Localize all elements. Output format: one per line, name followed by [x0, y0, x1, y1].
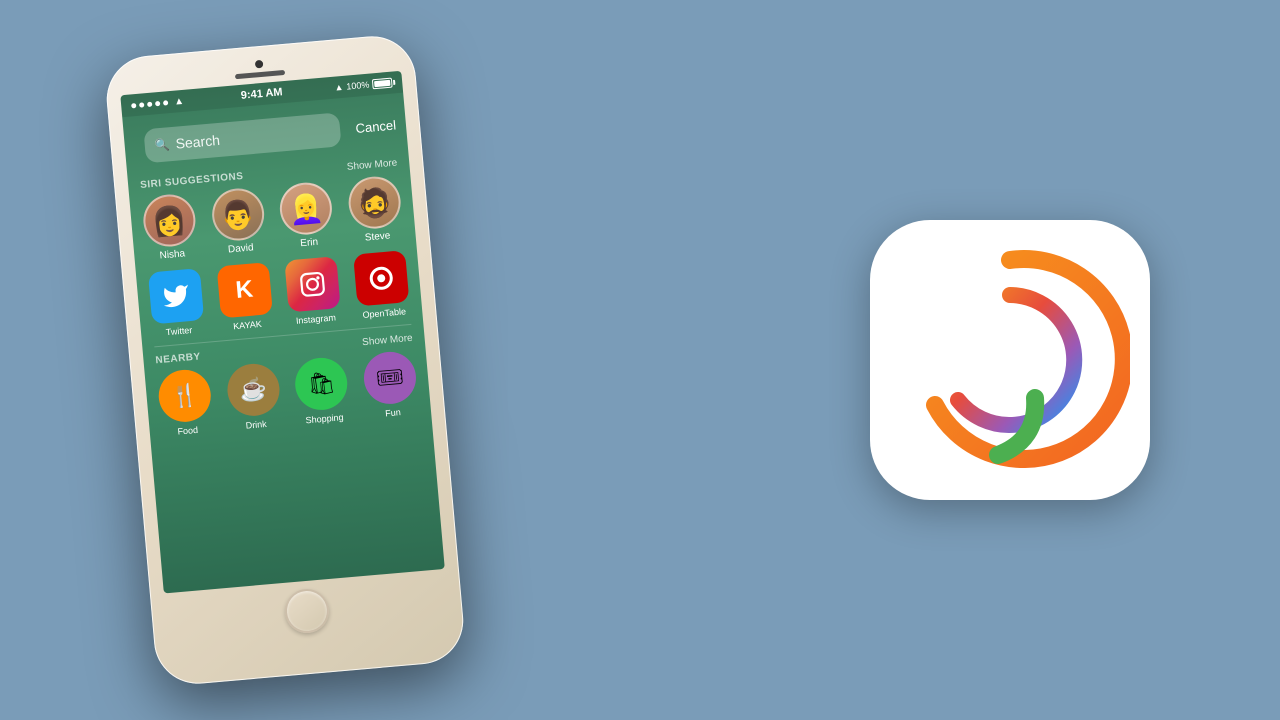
siri-suggestions-section: SIRI SUGGESTIONS Show More 👩 Nisha 👨 Dav…	[128, 156, 432, 439]
nearby-show-more[interactable]: Show More	[362, 333, 413, 348]
signal-dot-5	[163, 100, 168, 105]
contact-steve[interactable]: 🧔 Steve	[346, 174, 404, 244]
app-name-kayak: KAYAK	[233, 319, 262, 331]
contact-name-david: David	[228, 242, 254, 255]
contact-david[interactable]: 👨 David	[210, 186, 268, 256]
search-bar[interactable]: 🔍 Search	[143, 112, 341, 163]
ios9-logo	[870, 220, 1150, 500]
phone-frame: ▲ 9:41 AM ▲ 100% 🔍 Search 🎤 Cancel	[103, 33, 467, 688]
nearby-drink[interactable]: ☕ Drink	[225, 362, 283, 432]
siri-show-more[interactable]: Show More	[346, 157, 397, 172]
contacts-row: 👩 Nisha 👨 David 👱‍♀️ Erin	[141, 174, 404, 262]
app-opentable[interactable]: OpenTable	[353, 250, 411, 320]
signal-indicators: ▲	[131, 95, 185, 111]
search-placeholder-text: Search	[175, 132, 221, 152]
wifi-icon: ▲	[174, 95, 185, 107]
mic-icon: 🎤	[413, 113, 431, 130]
shopping-icon: 🛍	[293, 356, 349, 412]
app-name-opentable: OpenTable	[362, 306, 406, 320]
status-time: 9:41 AM	[240, 86, 283, 102]
signal-dot-4	[155, 100, 160, 105]
battery-fill	[374, 80, 390, 87]
kayak-icon: K	[216, 262, 272, 318]
app-name-twitter: Twitter	[165, 325, 192, 337]
nearby-name-drink: Drink	[245, 419, 267, 431]
contact-erin[interactable]: 👱‍♀️ Erin	[278, 180, 336, 250]
contact-name-steve: Steve	[364, 230, 390, 243]
nearby-row: 🍴 Food ☕ Drink 🛍 Shopping 🎟 Fun	[157, 350, 420, 438]
battery-percent: 100%	[346, 80, 370, 92]
location-icon: ▲	[334, 82, 344, 93]
search-magnifier-icon: 🔍	[154, 137, 170, 152]
signal-dot-1	[131, 103, 136, 108]
nearby-name-shopping: Shopping	[305, 412, 344, 425]
speaker-grill	[235, 70, 285, 79]
nearby-name-fun: Fun	[385, 407, 401, 418]
battery-area: ▲ 100%	[334, 78, 393, 93]
battery-icon	[372, 78, 393, 90]
apps-row: Twitter K KAYAK Instagram	[148, 250, 411, 338]
nearby-name-food: Food	[177, 425, 198, 437]
avatar-erin: 👱‍♀️	[278, 180, 334, 236]
drink-icon: ☕	[225, 362, 281, 418]
front-camera	[255, 60, 264, 69]
phone-screen: ▲ 9:41 AM ▲ 100% 🔍 Search 🎤 Cancel	[120, 71, 445, 594]
avatar-steve: 🧔	[346, 174, 402, 230]
nearby-section-title: NEARBY	[155, 351, 201, 366]
twitter-icon	[148, 268, 204, 324]
avatar-nisha: 👩	[141, 192, 197, 248]
food-icon: 🍴	[157, 368, 213, 424]
siri-section-title: SIRI SUGGESTIONS	[140, 171, 244, 191]
contact-nisha[interactable]: 👩 Nisha	[141, 192, 199, 262]
nearby-fun[interactable]: 🎟 Fun	[362, 350, 420, 420]
app-name-instagram: Instagram	[295, 312, 336, 325]
contact-name-nisha: Nisha	[159, 248, 185, 261]
contact-name-erin: Erin	[300, 237, 319, 250]
app-kayak[interactable]: K KAYAK	[216, 262, 274, 332]
nearby-shopping[interactable]: 🛍 Shopping	[293, 356, 351, 426]
avatar-david: 👨	[210, 186, 266, 242]
app-instagram[interactable]: Instagram	[285, 256, 343, 326]
signal-dot-2	[139, 102, 144, 107]
home-button[interactable]	[283, 587, 331, 635]
mic-button[interactable]: 🎤	[407, 107, 437, 137]
app-twitter[interactable]: Twitter	[148, 268, 206, 338]
signal-dot-3	[147, 101, 152, 106]
instagram-icon	[285, 256, 341, 312]
opentable-icon	[353, 250, 409, 306]
nearby-food[interactable]: 🍴 Food	[157, 368, 215, 438]
cancel-button[interactable]: Cancel	[355, 117, 397, 135]
fun-icon: 🎟	[362, 350, 418, 406]
